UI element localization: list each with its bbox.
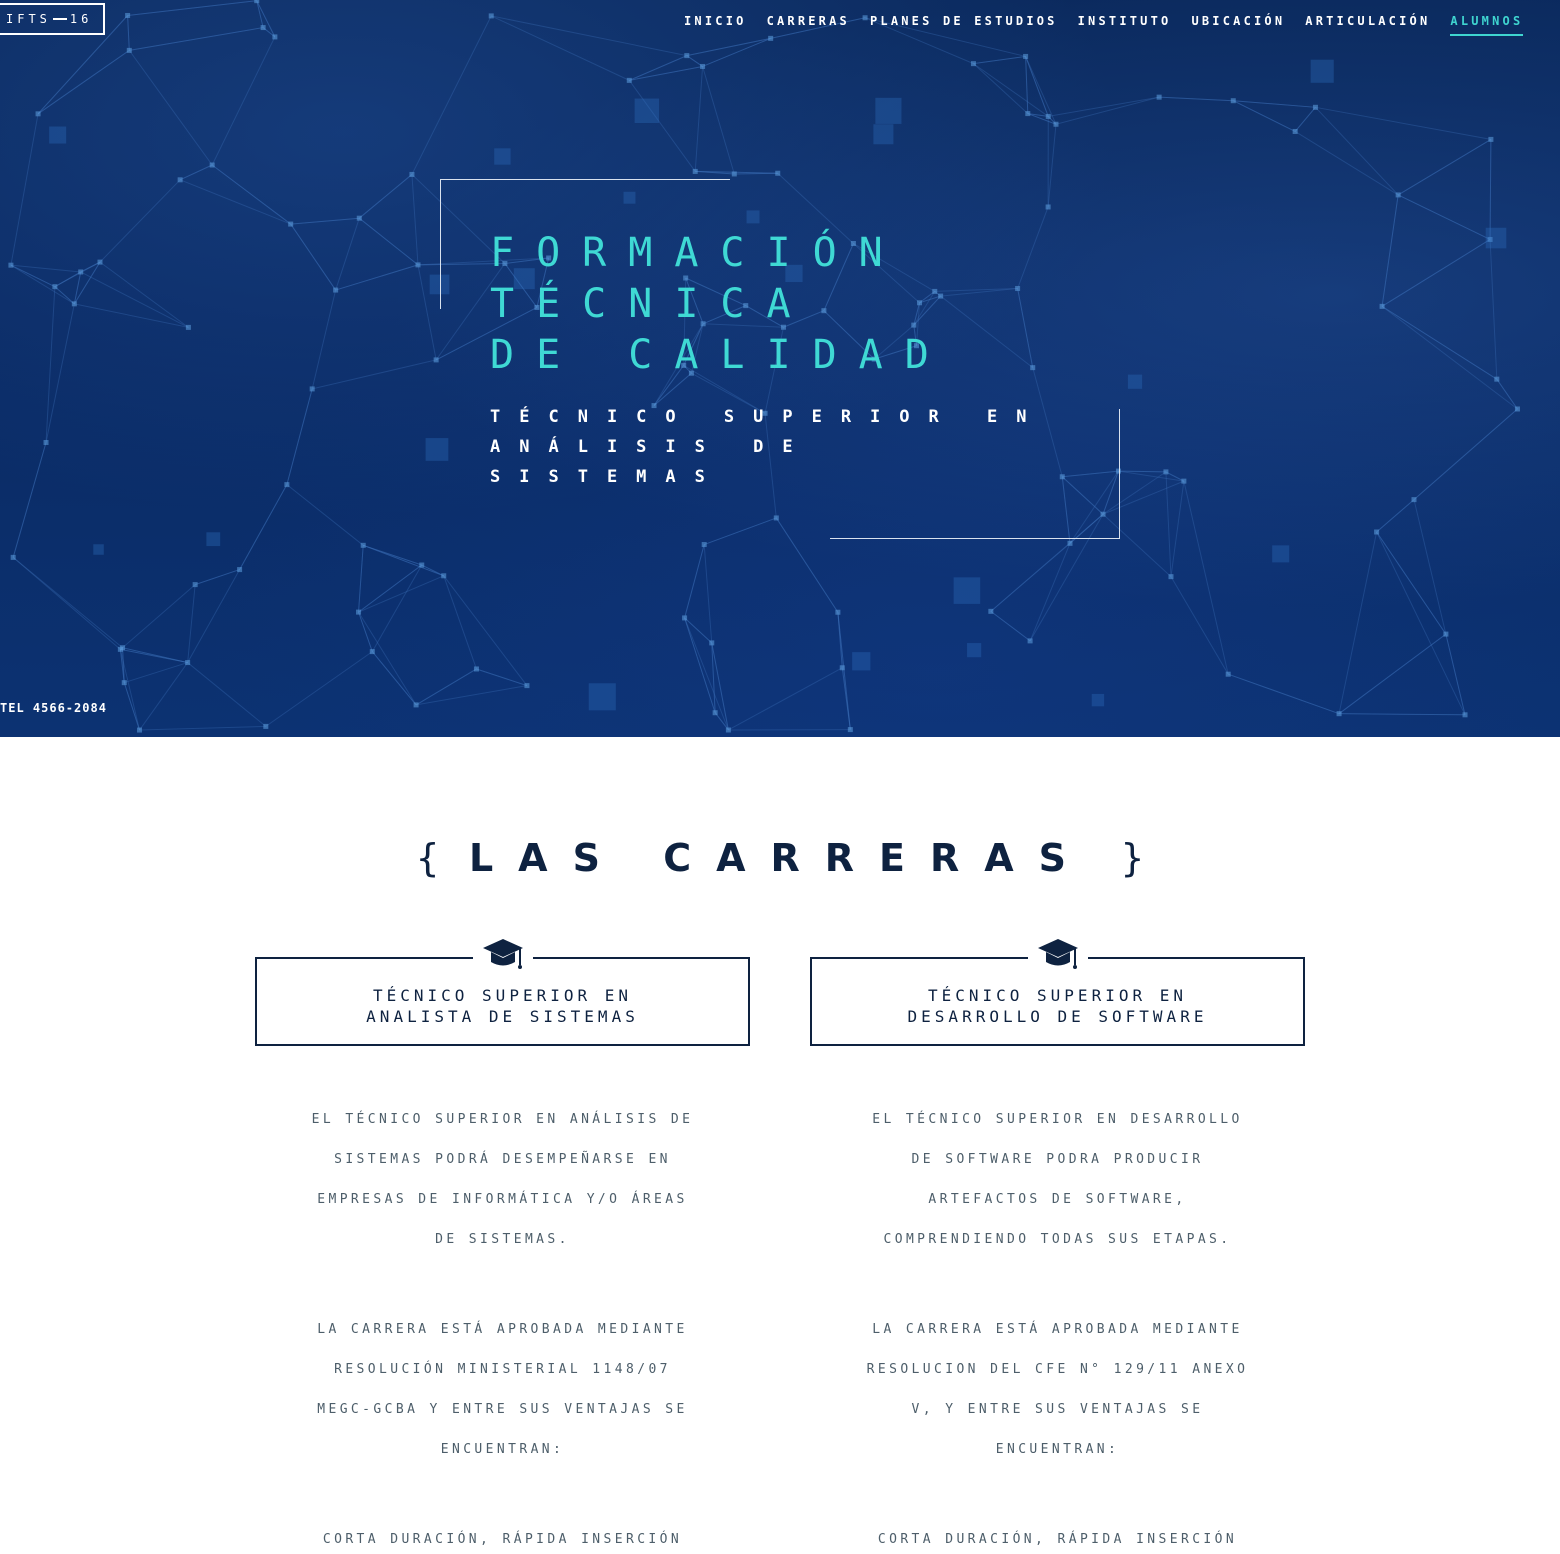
hero-title-line: DE CALIDAD [490,332,951,378]
nav-link-alumnos[interactable]: ALUMNOS [1450,14,1524,36]
main-nav: INICIO CARRERAS PLANES DE ESTUDIOS INSTI… [684,14,1543,36]
description-line: ENCUENTRAN: [440,1442,565,1457]
site-logo[interactable]: IFTS 16 [0,3,105,35]
description-line: DE SISTEMAS. [435,1232,570,1247]
graduation-cap-icon [1027,937,1088,973]
brace-close: } [1121,836,1144,880]
hero-section: IFTS 16 INICIO CARRERAS PLANES DE ESTUDI… [0,0,1560,737]
nav-link-inicio[interactable]: INICIO [684,14,747,36]
description-line: LA CARRERA ESTÁ APROBADA MEDIANTE [872,1322,1243,1337]
career-card-analista[interactable]: TÉCNICO SUPERIOR EN ANALISTA DE SISTEMAS [255,937,750,1046]
description-line: RESOLUCION DEL CFE N° 129/11 ANEXO [866,1362,1249,1377]
brace-open: { [416,836,439,880]
description-line: CORTA DURACIÓN, RÁPIDA INSERCIÓN [322,1532,683,1547]
description-line: V, Y ENTRE SUS VENTAJAS SE [911,1402,1204,1417]
description-line: DE SOFTWARE PODRA PRODUCIR [911,1152,1204,1167]
description-paragraph: CORTA DURACIÓN, RÁPIDA INSERCIÓN [255,1520,750,1554]
career-title: TÉCNICO SUPERIOR EN DESARROLLO DE SOFTWA… [908,977,1208,1027]
section-title-text: LAS CARRERAS [468,836,1092,880]
career-title-line: ANALISTA DE SISTEMAS [366,1006,639,1026]
description-paragraph: LA CARRERA ESTÁ APROBADA MEDIANTE RESOLU… [255,1310,750,1470]
nav-link-planes-de-estudios[interactable]: PLANES DE ESTUDIOS [870,14,1058,36]
description-line: EMPRESAS DE INFORMÁTICA Y/O ÁREAS [317,1192,688,1207]
description-paragraph: EL TÉCNICO SUPERIOR EN ANÁLISIS DE SISTE… [255,1100,750,1260]
hero-title-line: TÉCNICA [490,281,813,327]
hero-subtitle-line: SISTEMAS [490,467,724,487]
hero-title: FORMACIÓN TÉCNICA DE CALIDAD [490,228,1050,381]
career-card-desarrollo[interactable]: TÉCNICO SUPERIOR EN DESARROLLO DE SOFTWA… [810,937,1305,1046]
description-line: ENCUENTRAN: [995,1442,1120,1457]
nav-link-ubicacion[interactable]: UBICACIÓN [1191,14,1285,36]
description-line: SISTEMAS PODRÁ DESEMPEÑARSE EN [334,1152,671,1167]
description-line: ARTEFACTOS DE SOFTWARE, [928,1192,1187,1207]
hero-subtitle: TÉCNICO SUPERIOR EN ANÁLISIS DE SISTEMAS [490,402,1060,492]
career-title-line: DESARROLLO DE SOFTWARE [907,1006,1208,1026]
description-paragraph: CORTA DURACIÓN, RÁPIDA INSERCIÓN [810,1520,1305,1554]
nav-link-carreras[interactable]: CARRERAS [767,14,850,36]
hero-subtitle-line: ANÁLISIS DE [490,437,812,457]
description-paragraph: EL TÉCNICO SUPERIOR EN DESARROLLO DE SOF… [810,1100,1305,1260]
description-line: EL TÉCNICO SUPERIOR EN ANÁLISIS DE [311,1112,694,1127]
section-title-carreras: { LAS CARRERAS} [0,836,1560,880]
logo-text: IFTS [6,12,51,26]
description-line: RESOLUCIÓN MINISTERIAL 1148/07 [334,1362,671,1377]
hero-title-line: FORMACIÓN [490,230,905,276]
graduation-cap-icon [472,937,533,973]
career-title-line: TÉCNICO SUPERIOR EN [927,985,1187,1005]
description-line: CORTA DURACIÓN, RÁPIDA INSERCIÓN [877,1532,1238,1547]
logo-dash [52,18,67,20]
description-line: MEGC-GCBA Y ENTRE SUS VENTAJAS SE [317,1402,688,1417]
description-line: COMPRENDIENDO TODAS SUS ETAPAS. [883,1232,1232,1247]
hero-subtitle-line: TÉCNICO SUPERIOR EN [490,407,1046,427]
phone-number[interactable]: TEL 4566-2084 [0,701,107,715]
logo-number: 16 [69,12,93,26]
description-line: EL TÉCNICO SUPERIOR EN DESARROLLO [872,1112,1243,1127]
career-title: TÉCNICO SUPERIOR EN ANALISTA DE SISTEMAS [366,977,639,1027]
description-paragraph: LA CARRERA ESTÁ APROBADA MEDIANTE RESOLU… [810,1310,1305,1470]
career-title-line: TÉCNICO SUPERIOR EN [372,985,633,1005]
description-line: LA CARRERA ESTÁ APROBADA MEDIANTE [317,1322,688,1337]
nav-link-articulacion[interactable]: ARTICULACIÓN [1305,14,1430,36]
career-description-desarrollo: EL TÉCNICO SUPERIOR EN DESARROLLO DE SOF… [810,1100,1305,1554]
career-description-analista: EL TÉCNICO SUPERIOR EN ANÁLISIS DE SISTE… [255,1100,750,1554]
nav-link-instituto[interactable]: INSTITUTO [1078,14,1172,36]
